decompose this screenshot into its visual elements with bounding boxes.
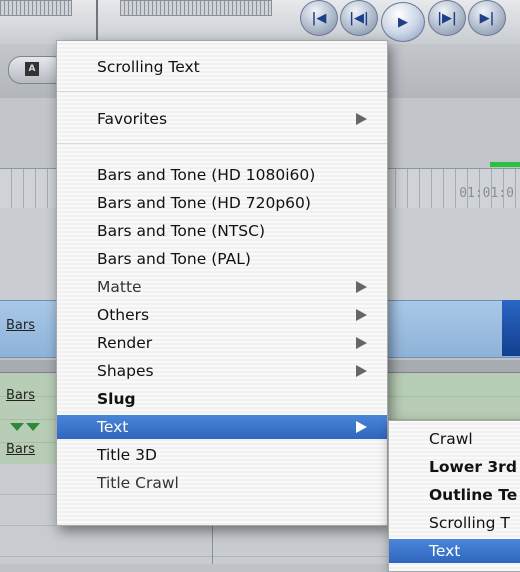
text-submenu: Crawl Lower 3rd Outline Te Scrolling T T… bbox=[388, 420, 520, 572]
submenu-item-crawl[interactable]: Crawl bbox=[389, 427, 520, 451]
menu-item-slug[interactable]: Slug bbox=[57, 387, 387, 411]
transport-strip: |◀ |◀| ▶ |▶| ▶| bbox=[0, 0, 520, 45]
menu-item-render[interactable]: Render bbox=[57, 331, 387, 355]
menu-item-bars-tone-1080[interactable]: Bars and Tone (HD 1080i60) bbox=[57, 163, 387, 187]
text-generator-icon: A bbox=[25, 62, 39, 76]
menu-item-text[interactable]: Text bbox=[57, 415, 387, 439]
clip-label: Bars bbox=[6, 442, 36, 457]
submenu-arrow-icon bbox=[356, 421, 367, 433]
go-to-end-icon[interactable]: ▶| bbox=[468, 0, 506, 36]
clip-label: Bars bbox=[6, 318, 36, 333]
menu-item-title-crawl[interactable]: Title Crawl bbox=[57, 471, 387, 495]
submenu-arrow-icon bbox=[356, 365, 367, 377]
menu-item-matte[interactable]: Matte bbox=[57, 275, 387, 299]
ruler-timecode: 01:01:0 bbox=[459, 186, 514, 201]
menu-item-bars-tone-pal[interactable]: Bars and Tone (PAL) bbox=[57, 247, 387, 271]
next-edit-icon[interactable]: |▶| bbox=[428, 0, 466, 36]
submenu-arrow-icon bbox=[356, 337, 367, 349]
generator-menu: Scrolling Text Favorites Bars and Tone (… bbox=[56, 40, 388, 526]
submenu-arrow-icon bbox=[356, 281, 367, 293]
submenu-item-lower-3rd[interactable]: Lower 3rd bbox=[389, 455, 520, 479]
go-to-start-icon[interactable]: |◀ bbox=[300, 0, 338, 36]
render-indicator bbox=[490, 162, 520, 167]
clip-end-marker bbox=[502, 300, 520, 356]
play-icon[interactable]: ▶ bbox=[381, 2, 425, 42]
menu-item-favorites[interactable]: Favorites bbox=[57, 107, 387, 131]
previous-edit-icon[interactable]: |◀| bbox=[340, 0, 378, 36]
menu-item-bars-tone-720[interactable]: Bars and Tone (HD 720p60) bbox=[57, 191, 387, 215]
submenu-item-text[interactable]: Text bbox=[389, 539, 520, 563]
menu-item-shapes[interactable]: Shapes bbox=[57, 359, 387, 383]
submenu-item-scrolling-text[interactable]: Scrolling T bbox=[389, 511, 520, 535]
submenu-arrow-icon bbox=[356, 309, 367, 321]
menu-item-bars-tone-ntsc[interactable]: Bars and Tone (NTSC) bbox=[57, 219, 387, 243]
menu-item-scrolling-text[interactable]: Scrolling Text bbox=[57, 55, 387, 79]
menu-separator bbox=[57, 91, 387, 92]
shuttle-control[interactable] bbox=[120, 0, 272, 16]
menu-item-others[interactable]: Others bbox=[57, 303, 387, 327]
submenu-arrow-icon bbox=[356, 113, 367, 125]
divider bbox=[96, 0, 98, 44]
jog-control[interactable] bbox=[0, 0, 72, 16]
menu-item-title-3d[interactable]: Title 3D bbox=[57, 443, 387, 467]
audio-link-icon bbox=[10, 416, 46, 431]
menu-separator bbox=[57, 143, 387, 144]
clip-label: Bars bbox=[6, 388, 36, 403]
submenu-item-outline-text[interactable]: Outline Te bbox=[389, 483, 520, 507]
